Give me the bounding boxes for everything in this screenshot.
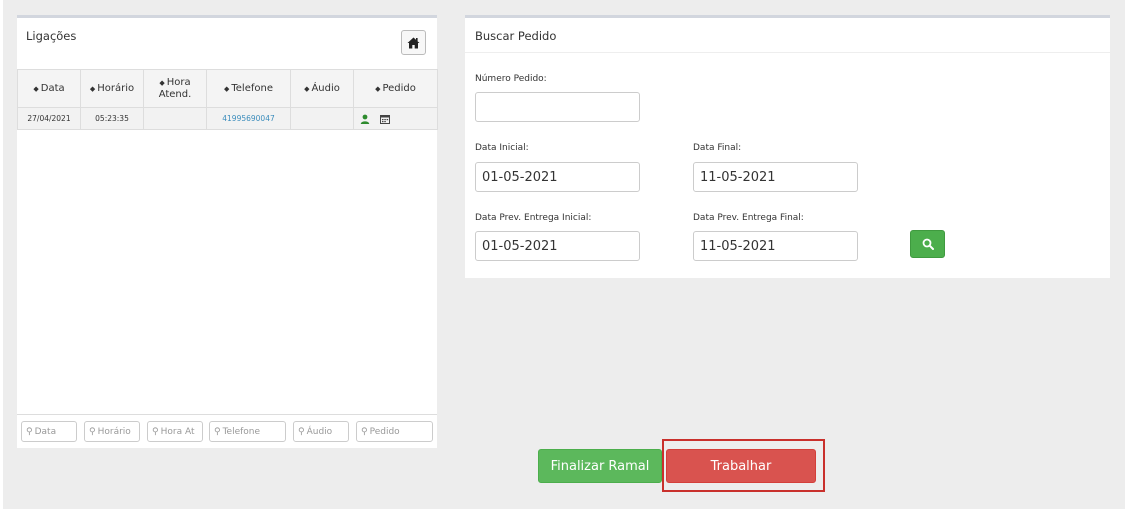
calls-table: ◆ Data ◆ Horário ◆ Hora Atend. ◆ Telefone ◆ Á… <box>17 69 438 130</box>
start-date-label: Data Inicial: <box>475 143 529 153</box>
user-icon[interactable] <box>360 114 370 124</box>
search-panel-title: Buscar Pedido <box>475 29 557 43</box>
search-icon <box>922 238 934 250</box>
cell-horario: 05:23:35 <box>80 107 144 130</box>
filter-data-input[interactable]: ⚲ Data <box>21 421 77 442</box>
cell-data: 27/04/2021 <box>17 107 81 130</box>
calls-panel: Ligações ◆ Data ◆ Horário ◆ Hora Atend. ◆ Te… <box>17 15 438 448</box>
end-date-input[interactable]: 11-05-2021 <box>693 162 858 192</box>
delivery-start-date-label: Data Prev. Entrega Inicial: <box>475 213 592 223</box>
column-header-hora-atend[interactable]: ◆ Hora Atend. <box>143 69 207 108</box>
work-button[interactable]: Trabalhar <box>666 449 816 483</box>
filter-telefone-input[interactable]: ⚲ Telefone <box>209 421 286 442</box>
table-header-row: ◆ Data ◆ Horário ◆ Hora Atend. ◆ Telefone ◆ Á… <box>17 69 438 108</box>
calls-panel-title: Ligações <box>26 29 77 43</box>
search-icon: ⚲ <box>26 426 33 437</box>
delivery-end-date-input[interactable]: 11-05-2021 <box>693 231 858 261</box>
start-date-input[interactable]: 01-05-2021 <box>475 162 640 192</box>
home-button[interactable] <box>401 30 426 55</box>
search-icon: ⚲ <box>152 426 159 437</box>
sort-icon: ◆ <box>33 84 39 93</box>
end-date-label: Data Final: <box>693 143 742 153</box>
cell-audio <box>290 107 354 130</box>
column-header-pedido[interactable]: ◆ Pedido <box>353 69 438 108</box>
calendar-icon[interactable] <box>380 114 390 124</box>
divider <box>465 52 1110 53</box>
column-header-telefone[interactable]: ◆ Telefone <box>206 69 291 108</box>
sort-icon: ◆ <box>223 84 230 93</box>
delivery-end-date-label: Data Prev. Entrega Final: <box>693 213 804 223</box>
search-icon: ⚲ <box>298 426 305 437</box>
column-header-horario[interactable]: ◆ Horário <box>80 69 144 108</box>
sort-icon: ◆ <box>304 84 310 93</box>
column-header-data[interactable]: ◆ Data <box>17 69 81 108</box>
search-button[interactable] <box>910 230 945 258</box>
delivery-start-date-input[interactable]: 01-05-2021 <box>475 231 640 261</box>
order-number-input[interactable] <box>475 92 640 122</box>
sort-icon: ◆ <box>375 84 381 93</box>
search-icon: ⚲ <box>361 426 368 437</box>
table-row[interactable]: 27/04/2021 05:23:35 41995690047 <box>17 107 438 130</box>
sort-icon: ◆ <box>89 84 96 93</box>
search-icon: ⚲ <box>89 426 96 437</box>
home-icon <box>407 37 420 48</box>
sort-icon: ◆ <box>159 78 165 87</box>
order-number-label: Número Pedido: <box>475 74 547 84</box>
cell-hora-atend <box>143 107 207 130</box>
finish-extension-button[interactable]: Finalizar Ramal <box>538 449 662 483</box>
filter-pedido-input[interactable]: ⚲ Pedido <box>356 421 433 442</box>
filter-audio-input[interactable]: ⚲ Áudio <box>293 421 349 442</box>
search-icon: ⚲ <box>214 426 221 437</box>
cell-pedido <box>353 107 438 130</box>
filter-hora-atend-input[interactable]: ⚲ Hora At <box>147 421 203 442</box>
search-order-panel: Buscar Pedido Número Pedido: Data Inicia… <box>465 15 1110 278</box>
column-header-audio[interactable]: ◆ Áudio <box>290 69 354 108</box>
cell-telefone-link[interactable]: 41995690047 <box>206 107 291 130</box>
filter-horario-input[interactable]: ⚲ Horário <box>84 421 140 442</box>
filter-row: ⚲ Data ⚲ Horário ⚲ Hora At ⚲ Telefone ⚲ Áudio… <box>17 414 437 448</box>
